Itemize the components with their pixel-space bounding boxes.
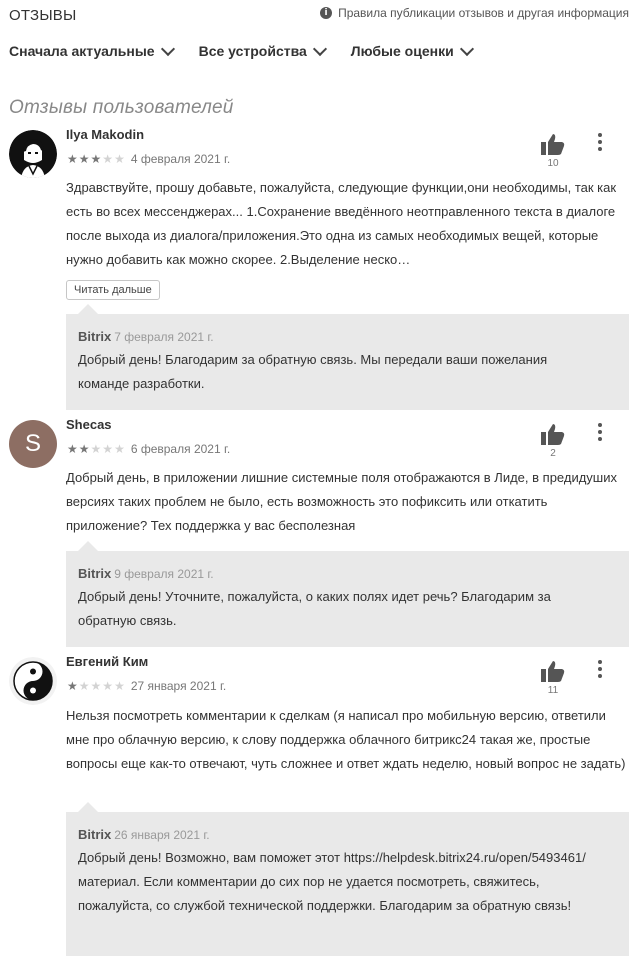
reply-author: Bitrix — [78, 566, 112, 581]
policy-link-label: Правила публикации отзывов и другая инфо… — [338, 6, 629, 20]
review-text: Нельзя посмотреть комментарии к сделкам … — [66, 708, 626, 771]
reply-author: Bitrix — [78, 827, 112, 842]
helpful-count: 10 — [547, 158, 559, 169]
star-icon: ★ — [78, 679, 90, 693]
avatar: S — [9, 420, 57, 468]
reply-text: Добрый день! Возможно, вам поможет этот … — [78, 850, 586, 913]
review-date: 4 февраля 2021 г. — [130, 152, 231, 166]
star-icon: ★ — [102, 679, 114, 693]
info-icon: i — [320, 7, 333, 19]
review-author: Ilya Makodin — [66, 127, 145, 142]
rating-row: ★ ★ ★ ★ ★ 6 февраля 2021 г. — [67, 442, 230, 456]
star-rating: ★ ★ ★ ★ ★ — [67, 680, 125, 692]
review-date: 27 января 2021 г. — [130, 679, 227, 693]
thumb-up-icon — [541, 424, 565, 445]
rating-filter-dropdown[interactable]: Любые оценки — [350, 41, 474, 59]
rating-row: ★ ★ ★ ★ ★ 4 февраля 2021 г. — [67, 152, 230, 166]
reply-author: Bitrix — [78, 329, 112, 344]
star-icon: ★ — [102, 152, 114, 166]
star-icon: ★ — [78, 152, 90, 166]
page-title: ОТЗЫВЫ — [9, 7, 77, 24]
reply-text: Добрый день! Уточните, пожалуйста, о как… — [78, 589, 551, 628]
review-author: Евгений Ким — [66, 654, 149, 669]
reply-date: 26 января 2021 г. — [114, 828, 210, 842]
review-author: Shecas — [66, 417, 112, 432]
star-icon: ★ — [78, 442, 90, 456]
star-icon: ★ — [67, 442, 78, 456]
helpful-button[interactable] — [538, 419, 568, 449]
more-vert-icon[interactable] — [592, 658, 608, 680]
chevron-down-icon — [160, 41, 175, 56]
star-icon: ★ — [114, 152, 125, 166]
star-rating: ★ ★ ★ ★ ★ — [67, 153, 125, 165]
reply-text: Добрый день! Благодарим за обратную связ… — [78, 352, 548, 391]
avatar — [9, 657, 57, 705]
star-rating: ★ ★ ★ ★ ★ — [67, 443, 125, 455]
developer-reply: Bitrix 9 февраля 2021 г. Добрый день! Ут… — [66, 541, 629, 647]
sort-filter-dropdown[interactable]: Сначала актуальные — [9, 41, 175, 59]
developer-reply: Bitrix 26 января 2021 г. Добрый день! Во… — [66, 802, 629, 956]
helpful-button[interactable] — [538, 129, 568, 159]
star-icon: ★ — [102, 442, 114, 456]
sort-filter-label: Сначала актуальные — [9, 43, 155, 59]
reply-date: 7 февраля 2021 г. — [114, 330, 214, 344]
device-filter-label: Все устройства — [198, 43, 307, 59]
star-icon: ★ — [67, 152, 78, 166]
read-more-button[interactable]: Читать дальше — [66, 280, 160, 300]
policy-link[interactable]: i Правила публикации отзывов и другая ин… — [320, 6, 629, 20]
helpful-button[interactable] — [538, 656, 568, 686]
chevron-down-icon — [459, 41, 474, 56]
star-icon: ★ — [90, 442, 102, 456]
avatar — [9, 130, 57, 178]
chevron-down-icon — [312, 41, 327, 56]
more-vert-icon[interactable] — [592, 131, 608, 153]
reply-date: 9 февраля 2021 г. — [114, 567, 214, 581]
star-icon: ★ — [90, 679, 102, 693]
review-text: Здравствуйте, прошу добавьте, пожалуйста… — [66, 180, 617, 267]
thumb-up-icon — [541, 661, 565, 682]
device-filter-dropdown[interactable]: Все устройства — [198, 41, 327, 59]
developer-reply: Bitrix 7 февраля 2021 г. Добрый день! Бл… — [66, 304, 629, 410]
star-icon: ★ — [90, 152, 102, 166]
helpful-count: 11 — [547, 685, 559, 696]
filter-bar: Сначала актуальные Все устройства Любые … — [9, 41, 474, 59]
rating-row: ★ ★ ★ ★ ★ 27 января 2021 г. — [67, 679, 226, 693]
star-icon: ★ — [114, 679, 125, 693]
section-title: Отзывы пользователей — [9, 97, 234, 118]
star-icon: ★ — [67, 679, 78, 693]
rating-filter-label: Любые оценки — [350, 43, 454, 59]
thumb-up-icon — [541, 134, 565, 155]
review-text: Добрый день, в приложении лишние системн… — [66, 470, 617, 533]
review-date: 6 февраля 2021 г. — [130, 442, 231, 456]
star-icon: ★ — [114, 442, 125, 456]
more-vert-icon[interactable] — [592, 421, 608, 443]
helpful-count: 2 — [550, 448, 556, 459]
